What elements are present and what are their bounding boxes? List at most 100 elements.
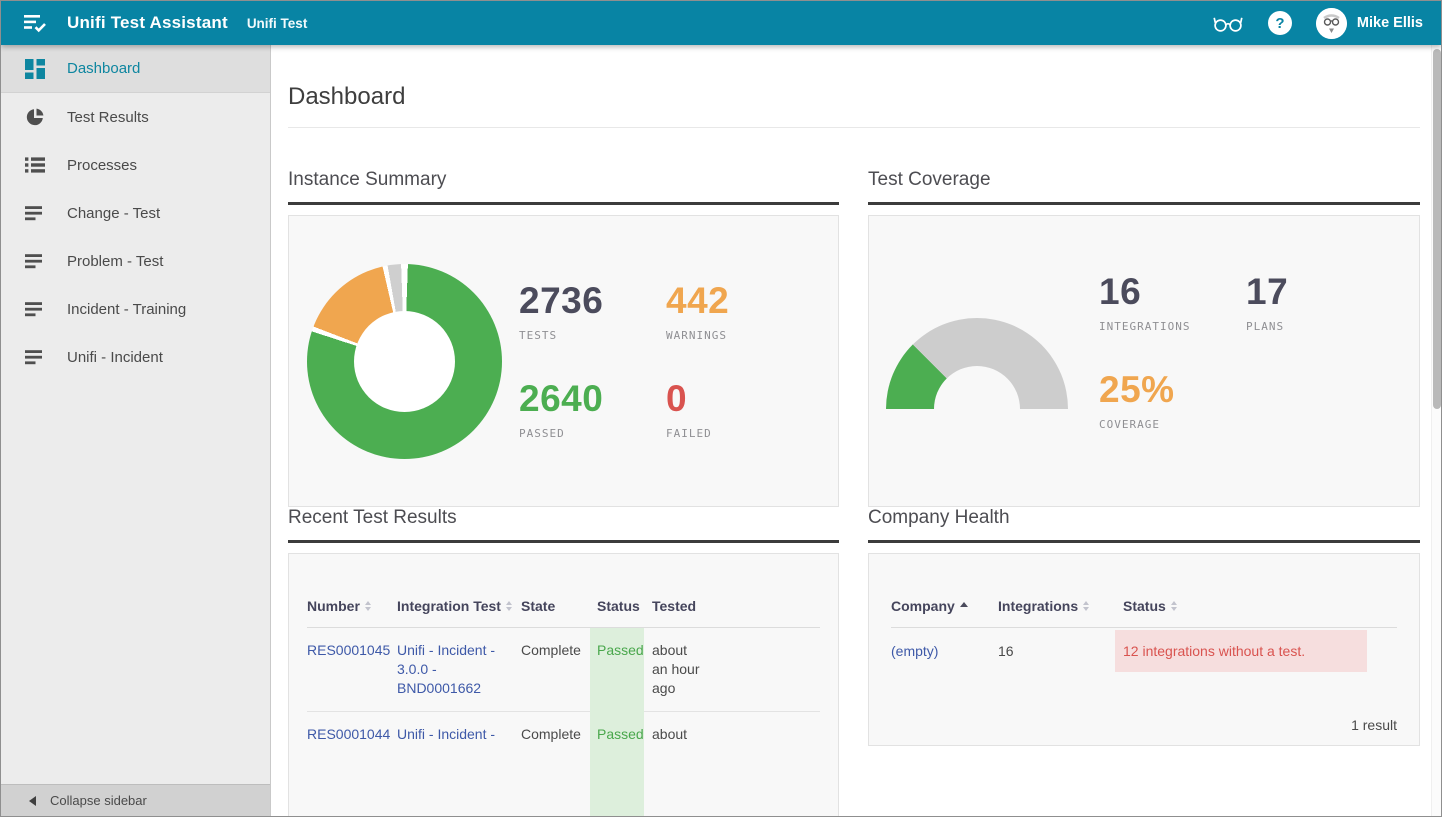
column-header-status[interactable]: Status bbox=[590, 598, 644, 614]
column-header-integration-test[interactable]: Integration Test bbox=[397, 598, 521, 614]
stat-warnings: 442 WARNINGS bbox=[666, 282, 813, 342]
column-header-company[interactable]: Company bbox=[891, 598, 998, 614]
sidebar-item-change-test[interactable]: Change - Test bbox=[1, 189, 270, 237]
column-header-state[interactable]: State bbox=[521, 598, 590, 614]
coverage-gauge-wrap bbox=[886, 318, 1068, 409]
sidebar-item-label: Incident - Training bbox=[67, 301, 186, 318]
menu-check-icon[interactable] bbox=[21, 11, 51, 35]
tested-text: about an hour ago bbox=[652, 641, 700, 698]
sidebar-item-processes[interactable]: Processes bbox=[1, 141, 270, 189]
recent-test-results-card: Number Integration Test State bbox=[288, 553, 839, 816]
notes-icon bbox=[25, 299, 45, 319]
sort-icon bbox=[1171, 601, 1177, 611]
dashboard-grid: Instance Summary 2736 TESTS 442 WARNINGS bbox=[288, 169, 1418, 816]
collapse-sidebar-button[interactable]: Collapse sidebar bbox=[1, 784, 270, 816]
column-header-integrations[interactable]: Integrations bbox=[998, 598, 1123, 614]
column-header-tested[interactable]: Tested bbox=[644, 598, 820, 614]
sidebar-item-dashboard[interactable]: Dashboard bbox=[1, 45, 270, 93]
page-title: Dashboard bbox=[288, 83, 1418, 111]
notes-icon bbox=[25, 347, 45, 367]
user-menu[interactable]: Mike Ellis bbox=[1316, 8, 1423, 39]
table-row: RES0001044 Unifi - Incident - Complete P… bbox=[307, 712, 820, 757]
instance-name: Unifi Test bbox=[247, 16, 308, 31]
page-divider bbox=[288, 127, 1420, 128]
list-icon bbox=[25, 155, 45, 175]
cell-company: (empty) bbox=[891, 628, 998, 674]
column-header-status[interactable]: Status bbox=[1123, 598, 1397, 614]
sidebar-item-incident-training[interactable]: Incident - Training bbox=[1, 285, 270, 333]
stat-coverage-value: 25% bbox=[1099, 371, 1246, 409]
table-row: RES0001045 Unifi - Incident - 3.0.0 - BN… bbox=[307, 628, 820, 712]
cell-tested: about bbox=[644, 712, 820, 757]
sidebar-item-test-results[interactable]: Test Results bbox=[1, 93, 270, 141]
table-header-row: Number Integration Test State bbox=[307, 584, 820, 628]
scrollbar-thumb[interactable] bbox=[1433, 49, 1441, 409]
section-rule bbox=[288, 202, 839, 205]
app-body: Dashboard Test Results bbox=[1, 45, 1441, 816]
help-icon[interactable]: ? bbox=[1268, 11, 1292, 35]
coverage-gauge-chart bbox=[886, 318, 1068, 409]
sort-icon bbox=[1083, 601, 1089, 611]
integration-test-link[interactable]: Unifi - Incident - 3.0.0 - BND0001662 bbox=[397, 642, 495, 696]
main-content: Dashboard Instance Summary 2736 TESTS bbox=[271, 45, 1441, 816]
section-title: Instance Summary bbox=[288, 169, 839, 191]
section-title: Recent Test Results bbox=[288, 507, 839, 529]
sort-asc-icon bbox=[960, 602, 968, 607]
company-health-section: Company Health Company Integrations bbox=[868, 507, 1420, 746]
app-window: Unifi Test Assistant Unifi Test ? bbox=[0, 0, 1442, 817]
cell-status-alert: 12 integrations without a test. bbox=[1115, 630, 1367, 672]
result-link[interactable]: RES0001045 bbox=[307, 642, 390, 658]
sidebar-item-unifi-incident[interactable]: Unifi - Incident bbox=[1, 333, 270, 381]
sidebar: Dashboard Test Results bbox=[1, 45, 271, 816]
dashboard-icon bbox=[25, 59, 45, 79]
sidebar-item-label: Problem - Test bbox=[67, 253, 163, 270]
stat-passed-value: 2640 bbox=[519, 380, 666, 418]
instance-summary-donut-chart bbox=[307, 264, 502, 459]
instance-summary-stats: 2736 TESTS 442 WARNINGS 2640 PASSED bbox=[519, 282, 813, 440]
collapse-arrow-icon bbox=[29, 796, 36, 806]
recent-test-results-section: Recent Test Results Number In bbox=[288, 507, 839, 816]
sidebar-item-label: Processes bbox=[67, 157, 137, 174]
sidebar-item-label: Unifi - Incident bbox=[67, 349, 163, 366]
cell-status: Passed bbox=[590, 628, 644, 711]
topbar-actions: ? Mike Ellis bbox=[1212, 8, 1423, 39]
spectacles-icon[interactable] bbox=[1212, 11, 1244, 35]
stat-passed-label: PASSED bbox=[519, 427, 666, 440]
cell-integration-test: Unifi - Incident - bbox=[397, 712, 521, 757]
table-row: (empty) 16 12 integrations without a tes… bbox=[891, 628, 1397, 674]
section-rule bbox=[288, 540, 839, 543]
stat-warnings-label: WARNINGS bbox=[666, 329, 813, 342]
stat-integrations-label: INTEGRATIONS bbox=[1099, 320, 1246, 333]
section-rule bbox=[868, 202, 1420, 205]
stat-tests: 2736 TESTS bbox=[519, 282, 666, 342]
scrollbar-track[interactable] bbox=[1431, 45, 1441, 816]
column-header-number[interactable]: Number bbox=[307, 598, 397, 614]
menu-check-icon bbox=[24, 13, 48, 33]
test-coverage-section: Test Coverage 16 INTEGRATIONS 1 bbox=[868, 169, 1420, 507]
user-name: Mike Ellis bbox=[1357, 15, 1423, 31]
section-title: Test Coverage bbox=[868, 169, 1420, 191]
company-health-card: Company Integrations Status bbox=[868, 553, 1420, 746]
cell-number: RES0001044 bbox=[307, 712, 397, 757]
app-title: Unifi Test Assistant bbox=[67, 13, 228, 33]
notes-icon bbox=[25, 203, 45, 223]
stat-plans: 17 PLANS bbox=[1246, 273, 1393, 333]
collapse-sidebar-label: Collapse sidebar bbox=[50, 793, 147, 808]
table-header-row: Company Integrations Status bbox=[891, 584, 1397, 628]
column-label: Tested bbox=[652, 598, 696, 614]
result-link[interactable]: RES0001044 bbox=[307, 726, 390, 742]
section-title: Company Health bbox=[868, 507, 1420, 529]
company-link[interactable]: (empty) bbox=[891, 642, 938, 661]
instance-summary-section: Instance Summary 2736 TESTS 442 WARNINGS bbox=[288, 169, 839, 507]
cell-state: Complete bbox=[521, 628, 590, 711]
integration-test-link[interactable]: Unifi - Incident - bbox=[397, 726, 495, 742]
recent-test-results-table: Number Integration Test State bbox=[307, 584, 820, 757]
column-label: State bbox=[521, 598, 555, 614]
stat-integrations-value: 16 bbox=[1099, 273, 1246, 311]
company-health-table: Company Integrations Status bbox=[891, 584, 1397, 674]
sidebar-item-problem-test[interactable]: Problem - Test bbox=[1, 237, 270, 285]
stat-coverage-label: COVERAGE bbox=[1099, 418, 1246, 431]
stat-passed: 2640 PASSED bbox=[519, 380, 666, 440]
stat-warnings-value: 442 bbox=[666, 282, 813, 320]
test-coverage-stats: 16 INTEGRATIONS 17 PLANS 25% COVERAGE bbox=[1099, 273, 1393, 431]
